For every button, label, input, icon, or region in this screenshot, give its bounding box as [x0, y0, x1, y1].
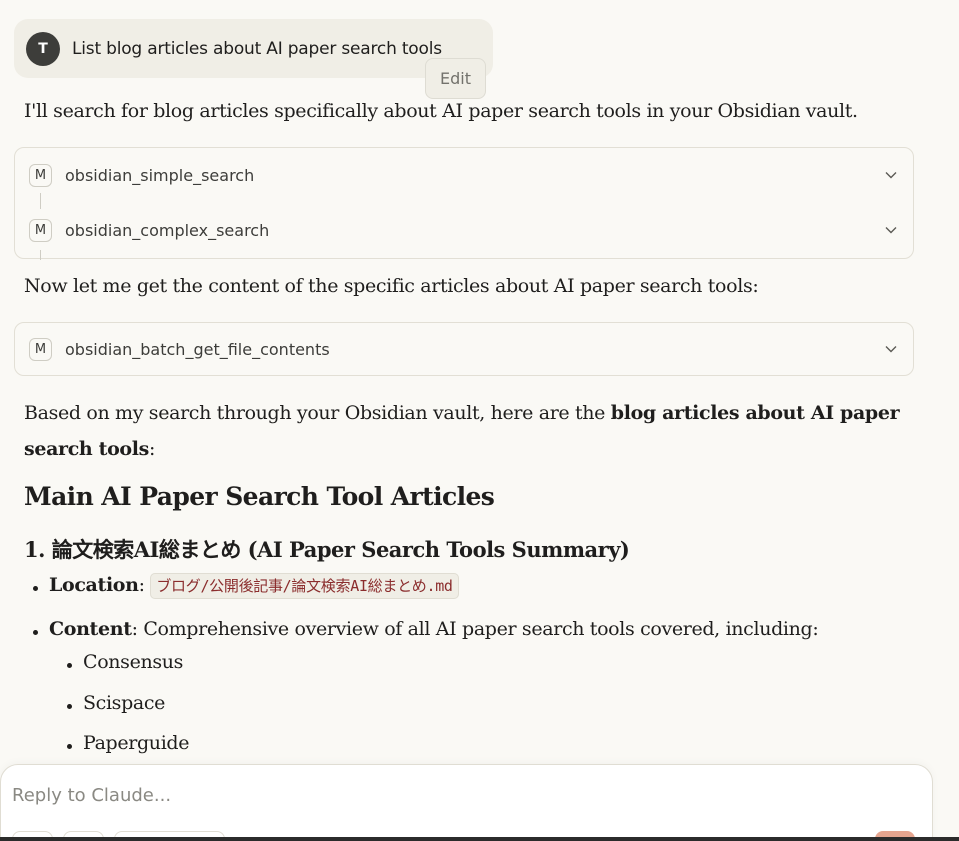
assistant-followup: Now let me get the content of the specif…	[24, 275, 759, 297]
file-path-code: ブログ/公開後記事/論文検索AI総まとめ.md	[150, 573, 459, 599]
user-message-text: List blog articles about AI paper search…	[72, 38, 442, 59]
assistant-intro: I'll search for blog articles specifical…	[24, 100, 858, 122]
tool-connector-line	[40, 250, 41, 260]
tool-call-name: obsidian_simple_search	[65, 165, 255, 185]
tool-connector-line	[40, 193, 41, 209]
section-heading: Main AI Paper Search Tool Articles	[24, 482, 495, 511]
chevron-down-icon[interactable]	[885, 171, 897, 179]
label-separator: :	[138, 574, 151, 596]
list-item-location: Location: ブログ/公開後記事/論文検索AI総まとめ.md	[49, 573, 459, 599]
reply-input[interactable]	[12, 785, 892, 806]
list-item-content: Content: Comprehensive overview of all A…	[49, 618, 819, 640]
mcp-server-badge: M	[29, 163, 52, 187]
list-bullet	[33, 586, 38, 591]
list-bullet	[67, 663, 72, 668]
user-avatar[interactable]: T	[26, 31, 60, 66]
list-bullet	[67, 704, 72, 709]
summary-bold-text: search tools	[24, 438, 149, 460]
assistant-summary: Based on my search through your Obsidian…	[24, 395, 904, 467]
tool-call-row[interactable]: M obsidian_complex_search	[15, 214, 913, 246]
tool-calls-group-2: M obsidian_batch_get_file_contents	[14, 322, 914, 376]
tool-call-name: obsidian_complex_search	[65, 220, 270, 240]
tool-call-name: obsidian_batch_get_file_contents	[65, 339, 330, 359]
article-heading: 1. 論文検索AI総まとめ (AI Paper Search Tools Sum…	[24, 537, 630, 562]
edit-button[interactable]: Edit	[425, 58, 486, 99]
tool-calls-group-1: M obsidian_simple_search M obsidian_comp…	[14, 147, 914, 260]
content-text: : Comprehensive overview of all AI paper…	[131, 618, 819, 640]
tool-call-row[interactable]: M obsidian_batch_get_file_contents	[15, 333, 913, 365]
chevron-down-icon[interactable]	[885, 226, 897, 234]
mcp-server-badge: M	[29, 218, 52, 242]
window-bottom-edge	[0, 837, 959, 841]
chat-page: T List blog articles about AI paper sear…	[0, 0, 959, 841]
chevron-down-icon[interactable]	[885, 345, 897, 353]
tool-call-row[interactable]: M obsidian_simple_search	[15, 159, 913, 191]
list-bullet	[67, 744, 72, 749]
list-item: Scispace	[83, 692, 166, 714]
list-item: Paperguide	[83, 732, 190, 754]
user-message-bubble: T List blog articles about AI paper sear…	[14, 19, 493, 78]
summary-text: :	[148, 438, 156, 460]
mcp-server-badge: M	[29, 337, 52, 361]
list-item: Consensus	[83, 651, 184, 673]
list-bullet	[33, 630, 38, 635]
reply-composer	[0, 764, 933, 841]
location-label: Location	[49, 574, 139, 596]
summary-bold-text: blog articles about AI paper	[610, 402, 900, 424]
summary-text: Based on my search through your Obsidian…	[24, 402, 611, 424]
content-label: Content	[49, 618, 132, 640]
